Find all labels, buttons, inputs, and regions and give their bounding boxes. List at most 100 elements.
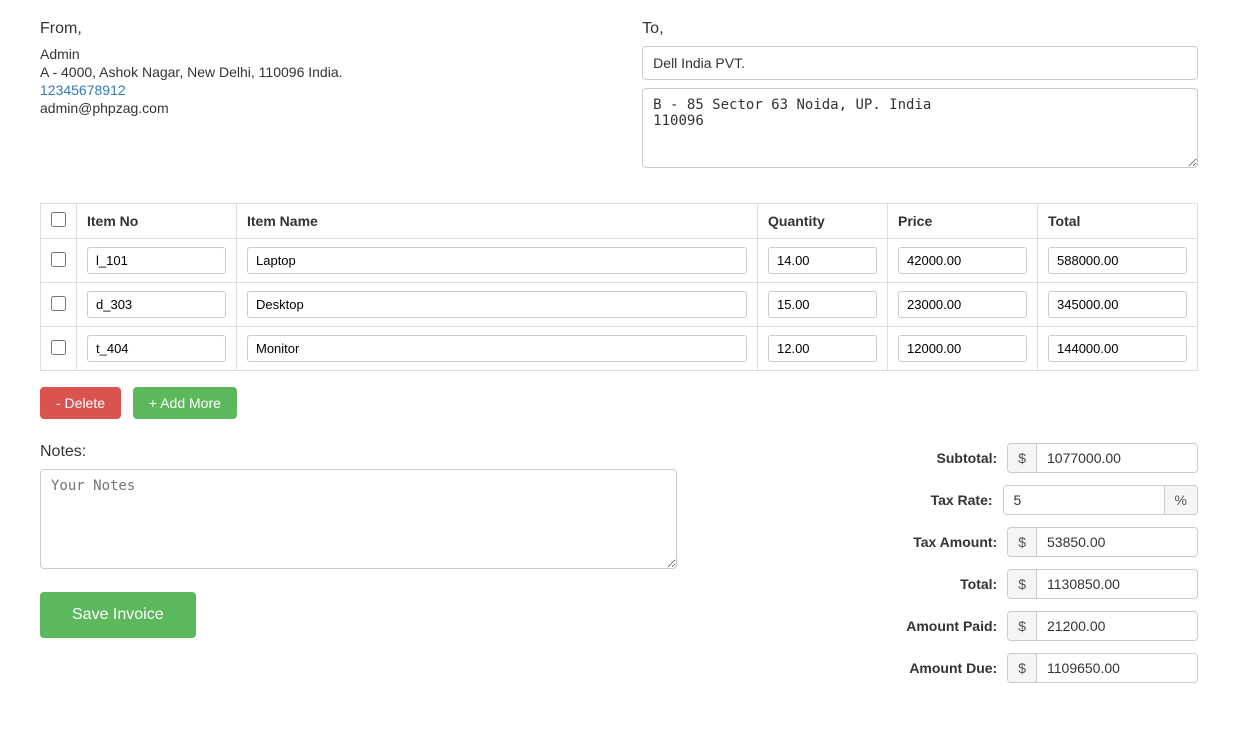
amount-due-input[interactable] xyxy=(1037,654,1197,682)
row-total-input-0[interactable] xyxy=(1048,247,1187,274)
table-row xyxy=(41,283,1198,327)
table-header-row: Item No Item Name Quantity Price Total xyxy=(41,204,1198,239)
row-total-cell-0 xyxy=(1038,239,1198,283)
bottom-section: Notes: Save Invoice Subtotal: $ Tax Rate… xyxy=(40,443,1198,695)
row-itemno-cell-0 xyxy=(77,239,237,283)
subtotal-input-wrapper: $ xyxy=(1007,443,1198,473)
row-itemno-input-1[interactable] xyxy=(87,291,226,318)
to-address-textarea[interactable]: B - 85 Sector 63 Noida, UP. India 110096 xyxy=(642,88,1198,168)
tax-rate-input[interactable] xyxy=(1004,486,1164,514)
tax-amount-input-wrapper: $ xyxy=(1007,527,1198,557)
from-phone: 12345678912 xyxy=(40,82,596,98)
row-itemname-cell-1 xyxy=(237,283,758,327)
tax-rate-row: Tax Rate: % xyxy=(712,485,1198,515)
total-label: Total: xyxy=(867,576,997,592)
from-label: From, xyxy=(40,20,596,38)
header-quantity: Quantity xyxy=(758,204,888,239)
from-name: Admin xyxy=(40,46,596,62)
header-checkbox-cell xyxy=(41,204,77,239)
row-qty-input-1[interactable] xyxy=(768,291,877,318)
notes-textarea[interactable] xyxy=(40,469,677,569)
header-checkbox[interactable] xyxy=(51,212,66,227)
amount-due-label: Amount Due: xyxy=(867,660,997,676)
tax-rate-suffix: % xyxy=(1164,486,1197,514)
amount-due-input-wrapper: $ xyxy=(1007,653,1198,683)
total-currency: $ xyxy=(1008,570,1037,598)
header-price: Price xyxy=(888,204,1038,239)
header-item-name: Item Name xyxy=(237,204,758,239)
row-checkbox-0[interactable] xyxy=(51,252,66,267)
row-price-input-2[interactable] xyxy=(898,335,1027,362)
amount-paid-input-wrapper: $ xyxy=(1007,611,1198,641)
row-checkbox-1[interactable] xyxy=(51,296,66,311)
row-price-cell-2 xyxy=(888,327,1038,371)
tax-rate-label: Tax Rate: xyxy=(863,492,993,508)
items-table: Item No Item Name Quantity Price Total xyxy=(40,203,1198,371)
subtotal-label: Subtotal: xyxy=(867,450,997,466)
row-price-input-1[interactable] xyxy=(898,291,1027,318)
from-info: Admin A - 4000, Ashok Nagar, New Delhi, … xyxy=(40,46,596,116)
total-row: Total: $ xyxy=(712,569,1198,599)
save-invoice-button[interactable]: Save Invoice xyxy=(40,592,196,638)
notes-label: Notes: xyxy=(40,443,677,461)
row-itemno-cell-1 xyxy=(77,283,237,327)
row-checkbox-cell xyxy=(41,239,77,283)
header-item-no: Item No xyxy=(77,204,237,239)
add-more-button[interactable]: + Add More xyxy=(133,387,237,419)
row-itemname-input-2[interactable] xyxy=(247,335,747,362)
row-qty-cell-0 xyxy=(758,239,888,283)
row-qty-input-2[interactable] xyxy=(768,335,877,362)
total-input[interactable] xyxy=(1037,570,1197,598)
subtotal-row: Subtotal: $ xyxy=(712,443,1198,473)
row-total-input-2[interactable] xyxy=(1048,335,1187,362)
amount-paid-label: Amount Paid: xyxy=(867,618,997,634)
row-itemname-cell-0 xyxy=(237,239,758,283)
row-checkbox-2[interactable] xyxy=(51,340,66,355)
row-qty-cell-1 xyxy=(758,283,888,327)
from-section: From, Admin A - 4000, Ashok Nagar, New D… xyxy=(40,20,596,179)
to-label: To, xyxy=(642,20,1198,38)
row-itemno-input-2[interactable] xyxy=(87,335,226,362)
delete-button[interactable]: - Delete xyxy=(40,387,121,419)
row-checkbox-cell xyxy=(41,327,77,371)
row-price-cell-1 xyxy=(888,283,1038,327)
tax-amount-currency: $ xyxy=(1008,528,1037,556)
table-row xyxy=(41,327,1198,371)
row-itemno-input-0[interactable] xyxy=(87,247,226,274)
row-itemname-cell-2 xyxy=(237,327,758,371)
row-price-input-0[interactable] xyxy=(898,247,1027,274)
total-input-wrapper: $ xyxy=(1007,569,1198,599)
notes-section: Notes: Save Invoice xyxy=(40,443,677,638)
from-address: A - 4000, Ashok Nagar, New Delhi, 110096… xyxy=(40,64,596,80)
amount-paid-currency: $ xyxy=(1008,612,1037,640)
save-btn-wrap: Save Invoice xyxy=(40,592,677,638)
row-price-cell-0 xyxy=(888,239,1038,283)
tax-amount-row: Tax Amount: $ xyxy=(712,527,1198,557)
action-buttons: - Delete + Add More xyxy=(40,387,1198,419)
row-itemno-cell-2 xyxy=(77,327,237,371)
amount-paid-input[interactable] xyxy=(1037,612,1197,640)
row-checkbox-cell xyxy=(41,283,77,327)
amount-due-currency: $ xyxy=(1008,654,1037,682)
amount-paid-row: Amount Paid: $ xyxy=(712,611,1198,641)
subtotal-currency: $ xyxy=(1008,444,1037,472)
from-email: admin@phpzag.com xyxy=(40,100,596,116)
to-section: To, B - 85 Sector 63 Noida, UP. India 11… xyxy=(642,20,1198,179)
row-total-input-1[interactable] xyxy=(1048,291,1187,318)
row-qty-cell-2 xyxy=(758,327,888,371)
to-company-input[interactable] xyxy=(642,46,1198,80)
row-total-cell-2 xyxy=(1038,327,1198,371)
subtotal-input[interactable] xyxy=(1037,444,1197,472)
row-itemname-input-0[interactable] xyxy=(247,247,747,274)
tax-amount-input[interactable] xyxy=(1037,528,1197,556)
header-total: Total xyxy=(1038,204,1198,239)
row-total-cell-1 xyxy=(1038,283,1198,327)
tax-rate-input-wrapper: % xyxy=(1003,485,1198,515)
row-itemname-input-1[interactable] xyxy=(247,291,747,318)
amount-due-row: Amount Due: $ xyxy=(712,653,1198,683)
top-section: From, Admin A - 4000, Ashok Nagar, New D… xyxy=(40,20,1198,179)
tax-amount-label: Tax Amount: xyxy=(867,534,997,550)
summary-section: Subtotal: $ Tax Rate: % Tax Amount: $ To… xyxy=(712,443,1198,695)
row-qty-input-0[interactable] xyxy=(768,247,877,274)
table-row xyxy=(41,239,1198,283)
